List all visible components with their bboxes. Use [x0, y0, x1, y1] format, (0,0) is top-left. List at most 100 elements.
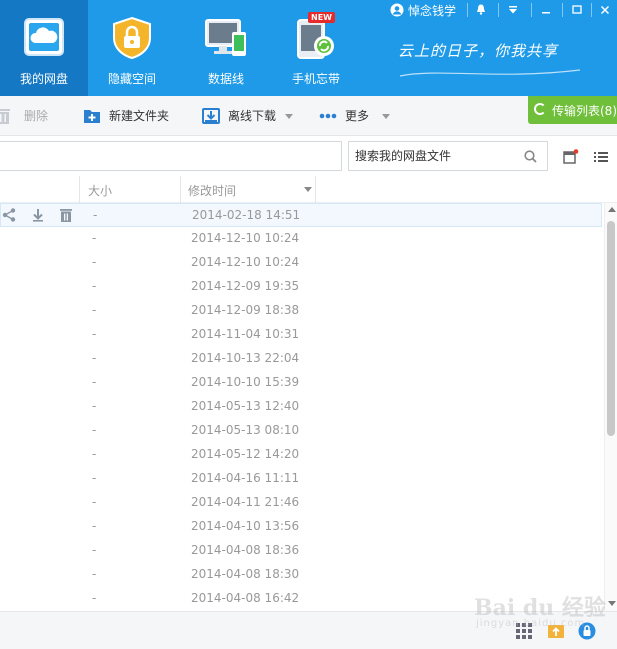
upload-folder-icon[interactable]: [547, 622, 565, 640]
table-row[interactable]: - 2014-04-10 13:56: [0, 515, 602, 539]
username: 悼念钱学: [408, 4, 457, 18]
tab-hidden-space[interactable]: 隐藏空间: [88, 0, 176, 96]
file-size: -: [92, 231, 97, 245]
file-modified-time: 2014-04-08 18:30: [191, 567, 300, 581]
lock-icon[interactable]: [578, 622, 596, 640]
menu-button[interactable]: [499, 0, 527, 20]
file-size: -: [92, 591, 97, 605]
file-size: -: [92, 255, 97, 269]
file-size: -: [92, 567, 97, 581]
table-row[interactable]: - 2014-12-10 10:24: [0, 227, 602, 251]
file-modified-time: 2014-04-08 16:42: [191, 591, 300, 605]
file-modified-time: 2014-04-10 13:56: [191, 519, 300, 533]
file-modified-time: 2014-05-13 08:10: [191, 423, 300, 437]
menu-arrow-icon: [509, 6, 517, 14]
offline-download-button[interactable]: 离线下载: [202, 104, 294, 128]
table-row[interactable]: - 2014-05-13 12:40: [0, 395, 602, 419]
user-avatar-icon: [390, 3, 404, 17]
column-size[interactable]: 大小: [88, 182, 112, 199]
file-modified-time: 2014-04-16 11:11: [191, 471, 300, 485]
table-row[interactable]: - 2014-05-13 08:10: [0, 419, 602, 443]
device-sync-icon: [205, 19, 246, 56]
table-row[interactable]: - 2014-11-04 10:31: [0, 323, 602, 347]
file-modified-time: 2014-11-04 10:31: [191, 327, 300, 341]
user-account[interactable]: 悼念钱学: [390, 2, 456, 18]
column-divider: [79, 176, 80, 203]
file-size: -: [92, 279, 97, 293]
table-row[interactable]: - 2014-04-08 18:36: [0, 539, 602, 563]
scroll-up-arrow-icon[interactable]: [608, 207, 616, 212]
table-row[interactable]: - 2014-10-10 15:39: [0, 371, 602, 395]
scroll-down-arrow-icon[interactable]: [608, 601, 616, 606]
file-modified-time: 2014-12-10 10:24: [191, 231, 300, 245]
table-row[interactable]: - 2014-04-16 11:11: [0, 467, 602, 491]
tab-phone-forgot-label: 手机忘带: [291, 72, 340, 86]
sort-desc-icon[interactable]: [304, 187, 312, 192]
list-view-icon[interactable]: [593, 149, 609, 164]
chevron-down-icon: [285, 114, 293, 119]
slogan-underline: [399, 69, 581, 77]
thumbnail-view-icon[interactable]: [563, 149, 579, 164]
search-input[interactable]: [355, 147, 515, 165]
path-bar[interactable]: [0, 141, 342, 171]
table-row[interactable]: - 2014-04-11 21:46: [0, 491, 602, 515]
file-size: -: [92, 447, 97, 461]
table-row[interactable]: - 2014-12-09 18:38: [0, 299, 602, 323]
file-size: -: [92, 471, 97, 485]
close-button[interactable]: [592, 0, 617, 20]
new-badge: NEW: [308, 12, 335, 23]
file-size: -: [92, 327, 97, 341]
file-size: -: [92, 399, 97, 413]
share-icon[interactable]: [1, 207, 17, 223]
table-row[interactable]: - 2014-04-08 18:30: [0, 563, 602, 587]
slogan: 云上的日子，你我共享: [398, 42, 559, 60]
file-modified-time: 2014-10-10 15:39: [191, 375, 300, 389]
file-modified-time: 2014-12-10 10:24: [191, 255, 300, 269]
table-row[interactable]: - 2014-05-12 14:20: [0, 443, 602, 467]
table-row[interactable]: - 2014-04-08 16:42: [0, 587, 602, 611]
minimize-button[interactable]: [532, 0, 560, 20]
more-dots-icon: [319, 113, 337, 119]
notification-button[interactable]: [467, 0, 495, 20]
file-size: -: [92, 303, 97, 317]
file-modified-time: 2014-02-18 14:51: [192, 208, 301, 222]
download-tray-icon: [202, 108, 220, 124]
file-modified-time: 2014-05-12 14:20: [191, 447, 300, 461]
table-row[interactable]: - 2014-12-09 19:35: [0, 275, 602, 299]
table-row[interactable]: - 2014-10-13 22:04: [0, 347, 602, 371]
file-list: - 2014-02-18 14:51 - 2014-12-10 10:24 - 2014-…: [0, 203, 604, 611]
chevron-down-icon: [382, 114, 390, 119]
scroll-thumb[interactable]: [607, 221, 615, 436]
more-button[interactable]: 更多: [319, 104, 393, 128]
new-folder-icon: [84, 110, 100, 123]
search-icon[interactable]: [524, 150, 537, 163]
tab-phone-forgot[interactable]: NEW 手机忘带: [272, 0, 360, 96]
file-modified-time: 2014-04-08 18:36: [191, 543, 300, 557]
tab-data-cable[interactable]: 数据线: [182, 0, 270, 96]
table-row[interactable]: - 2014-12-10 10:24: [0, 251, 602, 275]
column-divider: [180, 176, 181, 203]
close-icon: [600, 5, 609, 15]
vertical-scrollbar[interactable]: [604, 203, 617, 611]
bell-icon: [477, 4, 485, 15]
file-modified-time: 2014-04-11 21:46: [191, 495, 300, 509]
search-row: [0, 136, 617, 176]
file-size: -: [93, 208, 98, 222]
file-size: -: [92, 423, 97, 437]
file-modified-time: 2014-12-09 19:35: [191, 279, 300, 293]
lock-shield-icon: [113, 16, 151, 60]
tab-my-drive[interactable]: 我的网盘: [0, 0, 88, 96]
download-icon[interactable]: [30, 207, 46, 223]
offline-download-label: 离线下载: [228, 109, 277, 123]
trash-icon[interactable]: [58, 207, 74, 223]
status-bar: [0, 611, 617, 649]
search-box: [348, 141, 548, 171]
delete-label: 删除: [24, 109, 49, 123]
apps-grid-icon[interactable]: [515, 622, 533, 640]
column-modified[interactable]: 修改时间: [188, 182, 236, 199]
tab-my-drive-label: 我的网盘: [19, 72, 68, 86]
maximize-button[interactable]: [563, 0, 591, 20]
table-row[interactable]: - 2014-02-18 14:51: [0, 203, 602, 227]
transfer-list-button[interactable]: 传输列表(8): [528, 96, 617, 124]
more-label: 更多: [345, 109, 370, 123]
